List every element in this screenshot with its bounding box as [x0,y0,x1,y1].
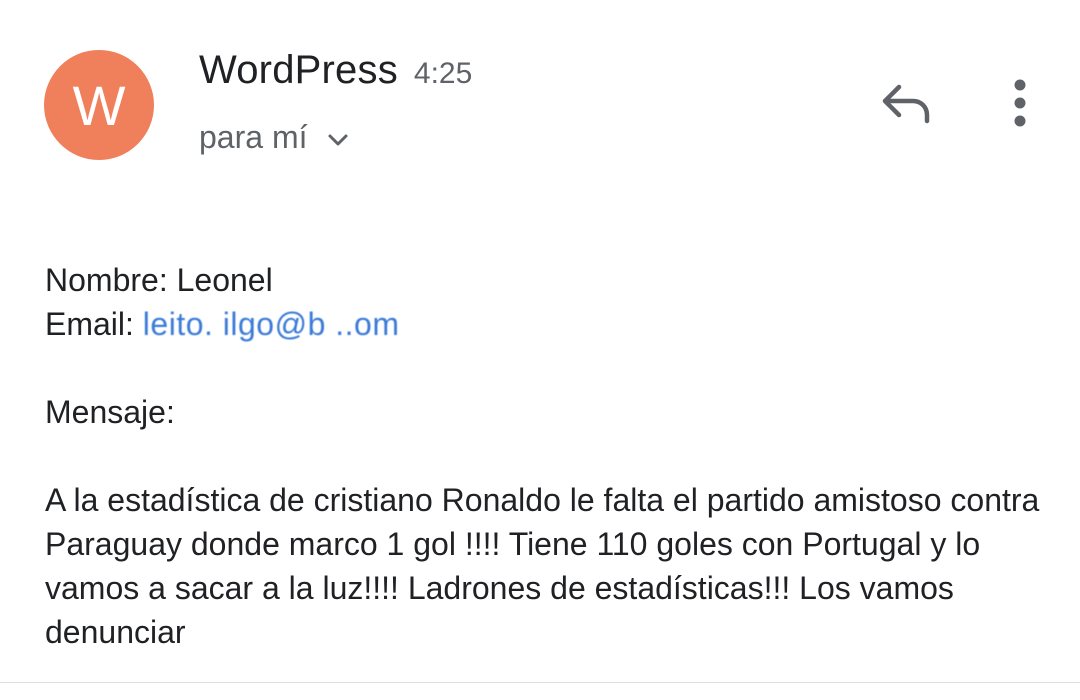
reply-icon [877,81,933,130]
more-options-button[interactable] [994,72,1046,138]
email-link[interactable]: leito. ilgo@b ..om [143,306,400,342]
email-row: Email: leito. ilgo@b ..om [45,302,1045,346]
avatar-letter: W [72,73,126,137]
chevron-down-icon[interactable] [325,124,351,150]
message-label: Mensaje: [45,394,175,430]
sender-name[interactable]: WordPress [199,48,398,93]
sender-avatar[interactable]: W [44,50,154,160]
reply-button[interactable] [872,76,938,134]
message-body: Nombre: Leonel Email: leito. ilgo@b ..om… [45,258,1045,654]
name-value: Leonel [176,262,273,298]
sender-line: WordPress 4:25 [199,48,472,100]
name-row: Nombre: Leonel [45,258,1045,302]
recipient-label: para mí [199,118,308,155]
recipient-toggle[interactable]: para mí [199,114,351,160]
email-view: W WordPress 4:25 para mí Nombre: Leonel … [0,0,1080,700]
more-vertical-icon [1012,78,1028,133]
name-label: Nombre: [45,262,168,298]
message-time: 4:25 [413,57,473,90]
divider [0,682,1080,683]
message-text: A la estadística de cristiano Ronaldo le… [45,482,1040,650]
email-label: Email: [45,306,134,342]
